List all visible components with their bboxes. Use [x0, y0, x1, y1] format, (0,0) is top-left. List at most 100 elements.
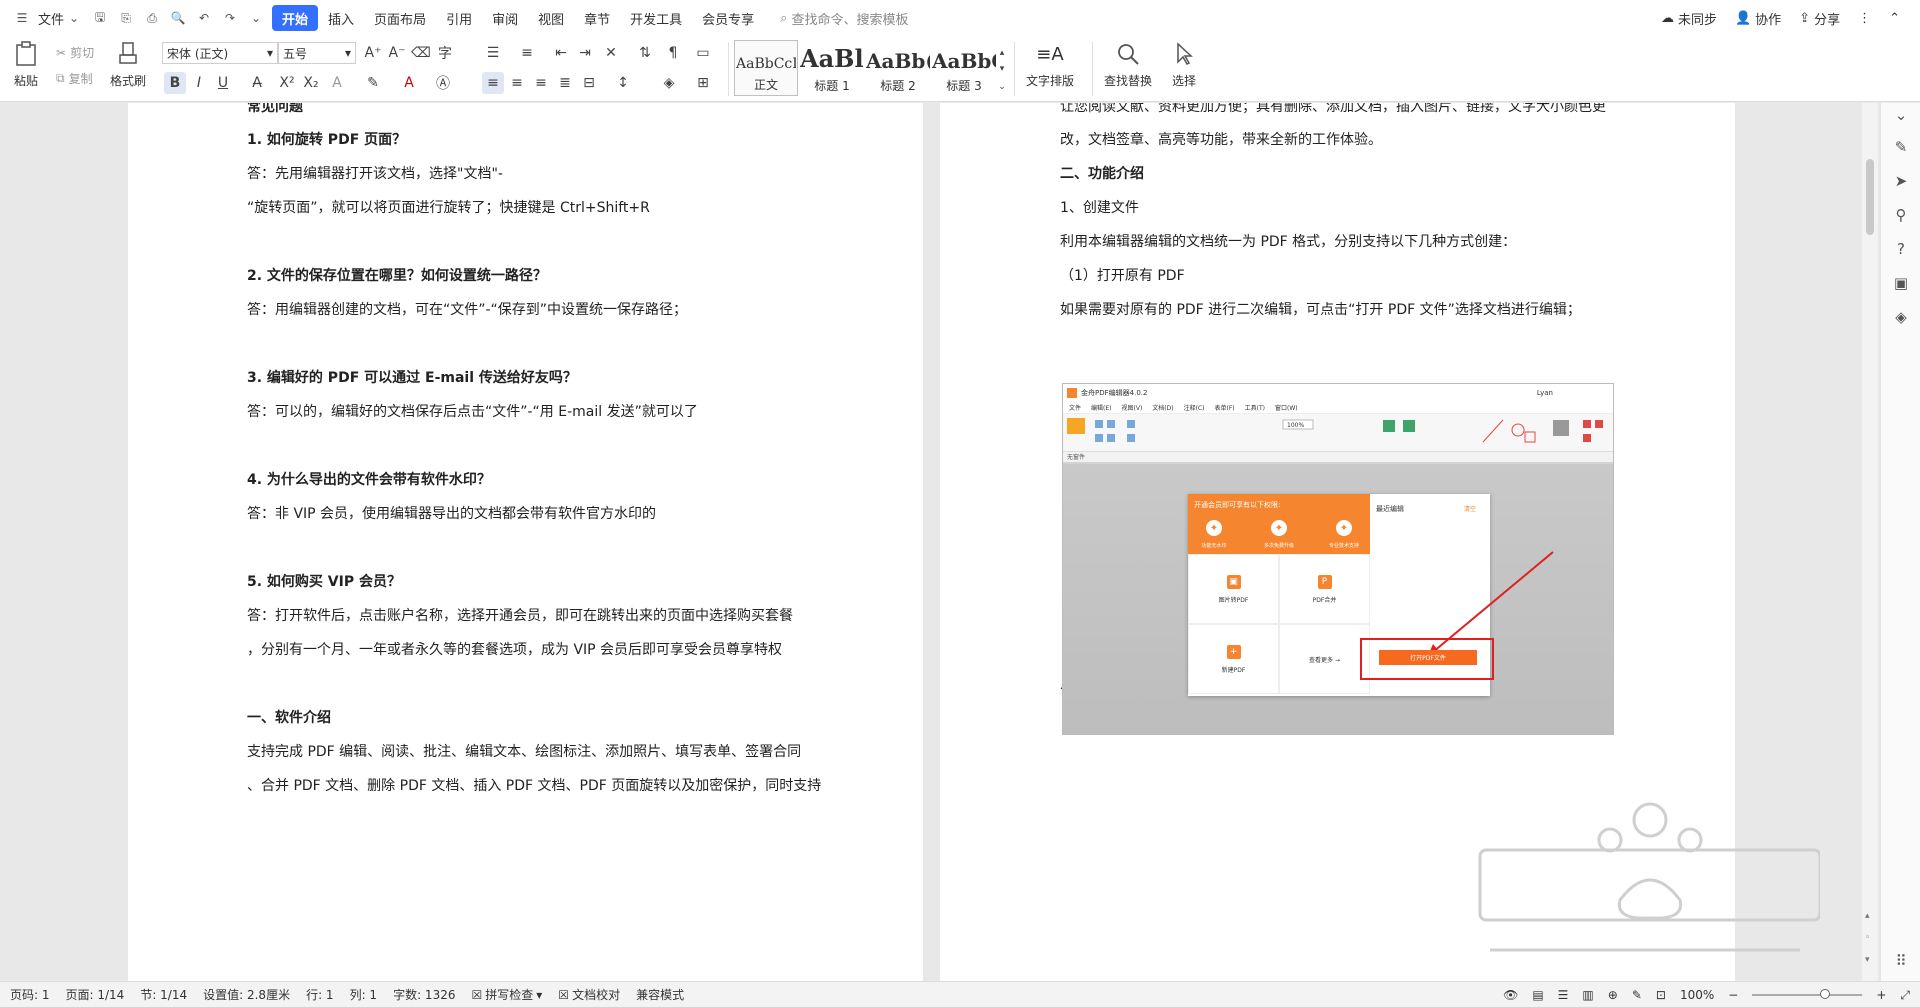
doc-check-button[interactable]: ☒ 文档校对: [558, 986, 620, 1003]
grow-font-icon[interactable]: A⁺: [362, 42, 384, 64]
font-size-select[interactable]: 五号 ▾: [278, 42, 356, 64]
outline-view-icon[interactable]: ☰: [1558, 988, 1569, 1002]
numbered-list-icon[interactable]: ≡: [516, 42, 538, 64]
paste-button[interactable]: 粘贴: [12, 40, 40, 89]
tab-page-layout[interactable]: 页面布局: [364, 5, 436, 31]
subscript-icon[interactable]: X₂: [300, 72, 322, 94]
table-tools-icon[interactable]: ▭: [692, 42, 714, 64]
font-name-select[interactable]: 宋体 (正文) ▾: [162, 42, 278, 64]
text-layout-button[interactable]: ≡A 文字排版: [1026, 40, 1074, 89]
copy-button[interactable]: ⧉ 复制: [56, 70, 93, 87]
tab-developer[interactable]: 开发工具: [620, 5, 692, 31]
tab-home[interactable]: 开始: [272, 5, 319, 31]
bold-icon[interactable]: B: [164, 72, 186, 94]
tab-review[interactable]: 审阅: [482, 5, 528, 31]
style-heading-3[interactable]: AaBbC 标题 3: [932, 40, 996, 96]
collab-button[interactable]: 👤 协作: [1735, 9, 1781, 28]
zoom-out-icon[interactable]: −: [1728, 988, 1738, 1002]
save-icon[interactable]: 🖫: [90, 8, 110, 28]
decrease-indent-icon[interactable]: ⇤: [550, 42, 572, 64]
share-button[interactable]: ⇪ 分享: [1799, 9, 1840, 28]
collapse-icon[interactable]: ⌄: [1889, 103, 1913, 127]
print-icon[interactable]: ⎙: [142, 8, 162, 28]
scrollbar-thumb[interactable]: [1866, 159, 1874, 235]
status-page-num[interactable]: 页码: 1: [10, 986, 50, 1003]
status-setting[interactable]: 设置值: 2.8厘米: [203, 986, 290, 1003]
pinyin-icon[interactable]: 字: [434, 42, 456, 64]
fit-page-icon[interactable]: ⊡: [1656, 988, 1666, 1002]
align-left-icon[interactable]: ≡: [482, 72, 504, 94]
tab-references[interactable]: 引用: [436, 5, 482, 31]
apps-icon[interactable]: ⠿: [1889, 949, 1913, 973]
image-tool-icon[interactable]: ▣: [1889, 271, 1913, 295]
help-icon[interactable]: ?: [1889, 237, 1913, 261]
command-search[interactable]: ⌕ 查找命令、搜索模板: [780, 9, 908, 28]
spell-check-button[interactable]: ☒ 拼写检查 ▾: [471, 986, 542, 1003]
select-button[interactable]: 选择: [1170, 40, 1198, 89]
clear-format-icon[interactable]: ⌫: [410, 42, 432, 64]
style-normal[interactable]: AaBbCcDd 正文: [734, 40, 798, 96]
redo-icon[interactable]: ↷: [220, 8, 240, 28]
align-center-icon[interactable]: ≡: [506, 72, 528, 94]
tab-member[interactable]: 会员专享: [692, 5, 764, 31]
shrink-font-icon[interactable]: A⁻: [386, 42, 408, 64]
fullscreen-icon[interactable]: ⤢: [1900, 988, 1910, 1003]
format-painter-button[interactable]: 格式刷: [110, 40, 146, 89]
read-view-icon[interactable]: ▥: [1582, 988, 1593, 1002]
status-words[interactable]: 字数: 1326: [393, 986, 455, 1003]
highlight-icon[interactable]: ✎: [362, 72, 384, 94]
strikethrough-icon[interactable]: A̶: [246, 72, 268, 94]
write-view-icon[interactable]: ✎: [1632, 988, 1642, 1002]
style-heading-1[interactable]: AaBl 标题 1: [800, 40, 864, 96]
pen-icon[interactable]: ✎: [1889, 135, 1913, 159]
zoom-slider[interactable]: [1752, 989, 1863, 1001]
print-preview-icon[interactable]: 🔍: [168, 8, 188, 28]
italic-icon[interactable]: I: [188, 72, 210, 94]
bullet-list-icon[interactable]: ☰: [482, 42, 504, 64]
page-view-icon[interactable]: ▤: [1532, 988, 1543, 1002]
quick-access-more-icon[interactable]: ⌄: [246, 8, 266, 28]
eye-protect-icon[interactable]: 👁: [1503, 988, 1518, 1002]
distribute-icon[interactable]: ⊟: [578, 72, 600, 94]
web-view-icon[interactable]: ⊕: [1608, 988, 1618, 1002]
tab-insert[interactable]: 插入: [318, 5, 364, 31]
cut-button[interactable]: ✂ 剪切: [56, 44, 94, 61]
styles-expand-icon[interactable]: ⌄: [996, 76, 1008, 98]
style-heading-2[interactable]: AaBb( 标题 2: [866, 40, 930, 96]
more-icon[interactable]: ⋮: [1858, 11, 1871, 26]
font-color-icon[interactable]: A: [398, 72, 420, 94]
paragraph-mark-icon[interactable]: ¶: [662, 42, 684, 64]
sliders-icon[interactable]: ⚲: [1889, 203, 1913, 227]
sort-icon[interactable]: ⇅: [634, 42, 656, 64]
export-icon[interactable]: ⎘: [116, 8, 136, 28]
location-icon[interactable]: ◈: [1889, 305, 1913, 329]
pointer-icon[interactable]: ➤: [1889, 169, 1913, 193]
chinese-layout-icon[interactable]: ✕: [600, 42, 622, 64]
hamburger-icon[interactable]: ☰: [12, 8, 32, 28]
zoom-thumb[interactable]: [1820, 989, 1831, 999]
tab-chapter[interactable]: 章节: [574, 5, 620, 31]
increase-indent-icon[interactable]: ⇥: [574, 42, 596, 64]
underline-icon[interactable]: U: [212, 72, 234, 94]
zoom-in-icon[interactable]: +: [1876, 988, 1886, 1002]
shading-icon[interactable]: ◈: [658, 72, 680, 94]
char-border-icon[interactable]: Ⓐ: [432, 72, 454, 94]
chevron-down-icon[interactable]: ⌄: [64, 8, 84, 28]
scroll-page-icon[interactable]: ◦: [1865, 933, 1870, 943]
tab-view[interactable]: 视图: [528, 5, 574, 31]
zoom-level[interactable]: 100%: [1680, 988, 1714, 1002]
borders-icon[interactable]: ⊞: [692, 72, 714, 94]
page-left[interactable]: [128, 103, 923, 981]
text-effect-icon[interactable]: A: [326, 72, 348, 94]
find-replace-button[interactable]: 查找替换: [1104, 40, 1152, 89]
vertical-scrollbar[interactable]: ▴ ◦ ▾: [1862, 103, 1878, 981]
line-spacing-icon[interactable]: ↕: [612, 72, 634, 94]
scroll-up-icon[interactable]: ▴: [1865, 911, 1870, 921]
justify-icon[interactable]: ≣: [554, 72, 576, 94]
superscript-icon[interactable]: X²: [276, 72, 298, 94]
scroll-down-icon[interactable]: ▾: [1865, 955, 1870, 965]
status-section[interactable]: 节: 1/14: [140, 986, 187, 1003]
status-page-of[interactable]: 页面: 1/14: [66, 986, 125, 1003]
undo-icon[interactable]: ↶: [194, 8, 214, 28]
sync-button[interactable]: ☁ 未同步: [1661, 9, 1717, 28]
